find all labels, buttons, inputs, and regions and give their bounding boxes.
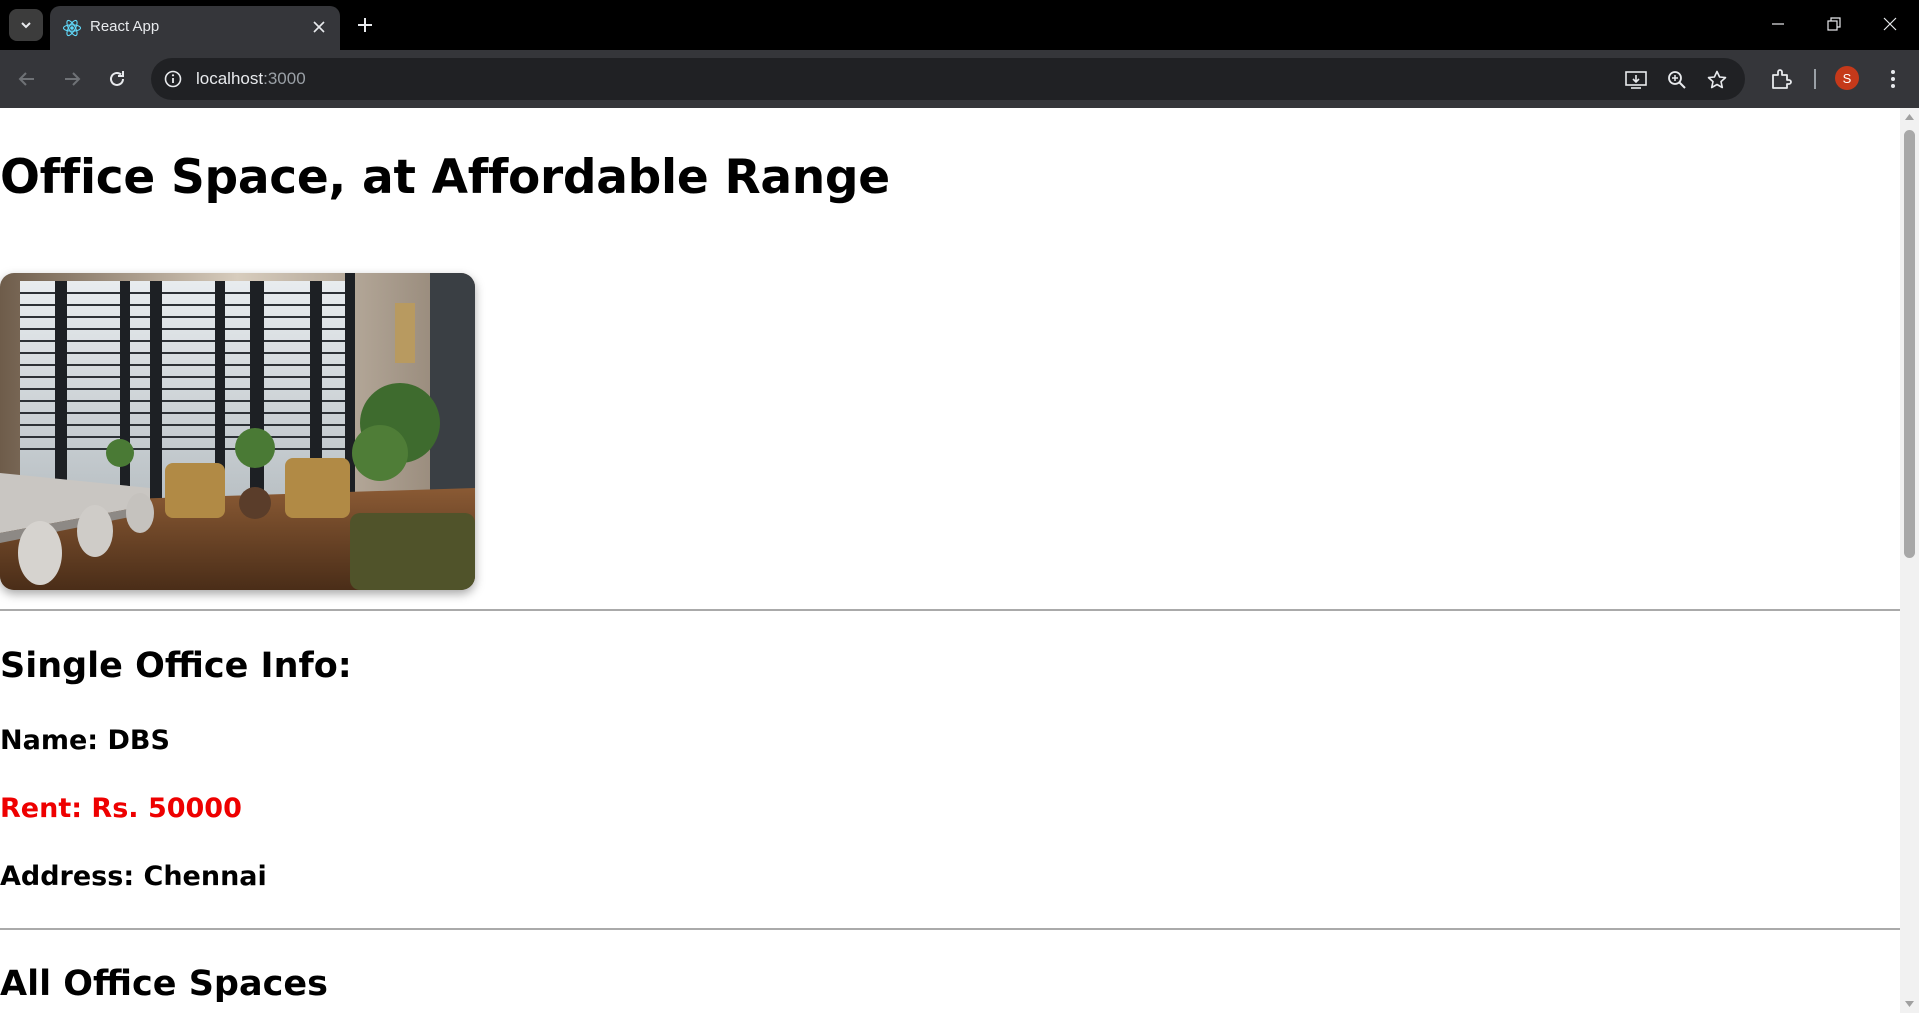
forward-button[interactable] (56, 63, 88, 95)
install-icon (1625, 71, 1647, 89)
active-tab[interactable]: React App (50, 6, 340, 50)
tab-close-button[interactable] (308, 16, 330, 38)
close-icon (313, 21, 325, 33)
zoom-icon (1668, 71, 1686, 89)
divider (0, 928, 1900, 930)
scroll-up-button[interactable] (1900, 110, 1919, 124)
office-image (0, 273, 475, 590)
all-offices-heading: All Office Spaces (0, 964, 328, 1004)
restore-button[interactable] (1814, 8, 1854, 40)
star-icon (1707, 70, 1727, 89)
tab-search-button[interactable] (9, 9, 43, 41)
kebab-menu-icon (1891, 70, 1895, 88)
extensions-button[interactable] (1765, 63, 1797, 95)
back-button[interactable] (11, 63, 43, 95)
url-text[interactable]: localhost:3000 (196, 69, 306, 89)
extensions-icon (1772, 69, 1792, 89)
url-host: localhost (196, 69, 264, 88)
profile-avatar[interactable]: S (1835, 66, 1859, 90)
restore-icon (1827, 17, 1841, 31)
page-viewport: Office Space, at Affordable Range Single… (0, 108, 1919, 1013)
window-close-button[interactable] (1870, 8, 1910, 40)
page-content: Office Space, at Affordable Range Single… (0, 108, 1900, 1013)
office-name: Name: DBS (0, 725, 170, 756)
office-photo (0, 273, 475, 590)
plus-icon (358, 18, 372, 32)
address-bar[interactable]: localhost:3000 (151, 58, 1745, 100)
install-app-button[interactable] (1623, 67, 1649, 93)
browser-toolbar: localhost:3000 (0, 50, 1919, 108)
scroll-down-icon (1905, 1001, 1914, 1007)
zoom-button[interactable] (1664, 67, 1690, 93)
url-port: :3000 (263, 69, 306, 88)
scroll-up-icon (1905, 114, 1914, 120)
tab-search-icon (21, 22, 31, 29)
minimize-icon (1772, 23, 1784, 25)
office-address: Address: Chennai (0, 861, 267, 892)
minimize-button[interactable] (1758, 8, 1798, 40)
reload-icon (110, 71, 124, 86)
chrome-menu-button[interactable] (1877, 63, 1909, 95)
back-icon (18, 72, 34, 86)
page-scrollbar[interactable] (1900, 108, 1919, 1013)
divider (0, 609, 1900, 611)
tab-title: React App (90, 18, 160, 35)
site-info-button[interactable] (161, 67, 185, 91)
window-close-icon (1883, 17, 1897, 31)
info-icon (164, 70, 182, 88)
page-title: Office Space, at Affordable Range (0, 150, 890, 205)
toolbar-divider (1814, 69, 1816, 89)
scroll-thumb[interactable] (1904, 130, 1915, 558)
reload-button[interactable] (101, 63, 133, 95)
office-rent: Rent: Rs. 50000 (0, 793, 242, 824)
react-icon (62, 19, 82, 37)
new-tab-button[interactable] (350, 10, 380, 40)
forward-icon (65, 72, 81, 86)
single-office-heading: Single Office Info: (0, 646, 352, 686)
tab-strip: React App (0, 0, 1919, 50)
scroll-down-button[interactable] (1900, 997, 1919, 1011)
bookmark-button[interactable] (1704, 67, 1730, 93)
